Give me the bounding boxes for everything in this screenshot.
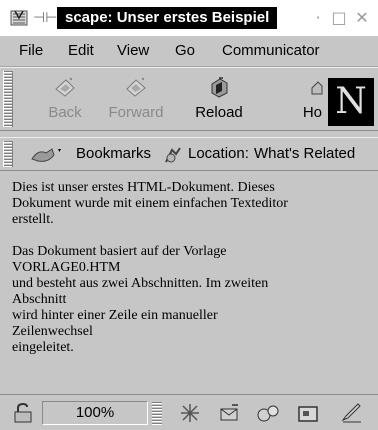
discussion-icon[interactable] bbox=[256, 402, 280, 424]
navigation-toolbar: Back Forward Reload Ho bbox=[0, 67, 378, 131]
menu-edit[interactable]: Edit bbox=[68, 41, 94, 61]
status-bar: 100% bbox=[0, 394, 378, 430]
reload-button[interactable]: Reload bbox=[188, 72, 250, 128]
pin-icon[interactable]: ⊣⊢ bbox=[33, 10, 57, 26]
browser-window: ⊣⊢ scape: Unser erstes Beispiel · □ ✕ Fi… bbox=[0, 0, 378, 430]
forward-label: Forward bbox=[108, 104, 164, 121]
text-line: Zeilenwechsel bbox=[12, 324, 93, 339]
text-line: Dies ist unser erstes HTML-Dokument. Die… bbox=[12, 180, 275, 195]
location-bar: Bookmarks Location: What's Related bbox=[0, 137, 378, 171]
page-proxy-icon[interactable] bbox=[162, 144, 184, 166]
location-label: Location: bbox=[188, 145, 249, 162]
back-arrow-icon bbox=[55, 77, 75, 97]
menu-communicator[interactable]: Communicator bbox=[222, 41, 320, 61]
progress-indicator: 100% bbox=[42, 401, 148, 425]
menu-view[interactable]: View bbox=[117, 41, 149, 61]
menu-file[interactable]: File bbox=[19, 41, 43, 61]
back-button[interactable]: Back bbox=[38, 72, 92, 128]
netscape-logo[interactable]: N bbox=[328, 78, 374, 126]
editor-icon[interactable] bbox=[340, 402, 364, 424]
security-lock-icon[interactable] bbox=[12, 403, 34, 423]
close-button[interactable]: ✕ bbox=[352, 8, 372, 28]
navigator-icon[interactable] bbox=[178, 402, 202, 424]
status-grip[interactable] bbox=[152, 401, 162, 425]
bookmarks-label[interactable]: Bookmarks bbox=[76, 144, 151, 164]
text-line: Dokument wurde mit einem einfachen Texte… bbox=[12, 196, 288, 211]
mail-icon[interactable] bbox=[218, 402, 242, 424]
home-icon bbox=[311, 81, 323, 95]
page-content: Dies ist unser erstes HTML-Dokument. Die… bbox=[12, 180, 370, 372]
menu-bar: File Edit View Go Communicator bbox=[0, 36, 378, 67]
forward-button[interactable]: Forward bbox=[96, 72, 176, 128]
title-bar: ⊣⊢ scape: Unser erstes Beispiel · □ ✕ bbox=[0, 0, 378, 36]
window-title: scape: Unser erstes Beispiel bbox=[57, 7, 278, 29]
content-paragraph-1: Dies ist unser erstes HTML-Dokument. Die… bbox=[12, 180, 370, 228]
text-line: wird hinter einer Zeile ein manueller bbox=[12, 308, 218, 323]
reload-label: Reload bbox=[195, 104, 243, 121]
content-paragraph-2: Das Dokument basiert auf der Vorlage VOR… bbox=[12, 244, 370, 356]
netscape-app-icon[interactable] bbox=[10, 9, 28, 27]
whats-related-button[interactable]: What's Related bbox=[254, 144, 355, 164]
text-line: eingeleitet. bbox=[12, 340, 74, 355]
text-line: VORLAGE0.HTM bbox=[12, 260, 121, 275]
menu-go[interactable]: Go bbox=[175, 41, 195, 61]
composer-icon[interactable] bbox=[296, 402, 320, 424]
reload-icon bbox=[211, 77, 228, 98]
bookmarks-icon[interactable] bbox=[30, 145, 64, 165]
text-line: und besteht aus zwei Abschnitten. Im zwe… bbox=[12, 276, 269, 291]
home-button[interactable]: Ho bbox=[276, 72, 326, 128]
forward-arrow-icon bbox=[126, 77, 146, 97]
home-label: Ho bbox=[302, 104, 322, 121]
toolbar-grip[interactable] bbox=[3, 71, 13, 127]
minimize-button[interactable]: · bbox=[308, 8, 328, 28]
location-bar-grip[interactable] bbox=[3, 141, 13, 167]
netscape-logo-letter: N bbox=[335, 81, 367, 122]
text-line: Abschnitt bbox=[12, 292, 67, 307]
text-line: Das Dokument basiert auf der Vorlage bbox=[12, 244, 227, 259]
back-label: Back bbox=[48, 104, 82, 121]
maximize-button[interactable]: □ bbox=[329, 8, 349, 28]
text-line: erstellt. bbox=[12, 212, 54, 227]
